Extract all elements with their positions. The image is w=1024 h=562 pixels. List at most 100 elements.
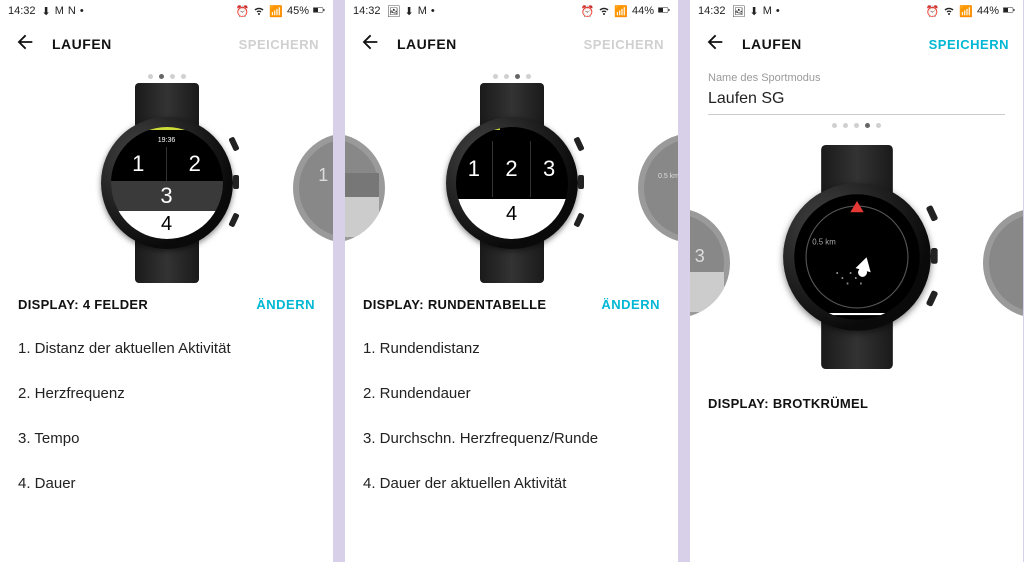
- status-time: 14:32: [8, 5, 36, 17]
- page-indicator: [0, 66, 333, 83]
- watch-peek-next[interactable]: 0.5 km: [638, 133, 678, 243]
- display-header: DISPLAY: 4 FELDER ÄNDERN: [0, 283, 333, 322]
- status-right-icons: ⏰ 📶 45%: [236, 4, 325, 19]
- app-header: LAUFEN SPEICHERN: [345, 22, 678, 66]
- watch-field-4: 4: [111, 211, 223, 239]
- display-header: DISPLAY: RUNDENTABELLE ÄNDERN: [345, 283, 678, 322]
- field-item[interactable]: 3. Durchschn. Herzfrequenz/Runde: [363, 416, 660, 461]
- status-left-icons: ⬇ M N •: [42, 5, 84, 18]
- watch-time: 19:36: [111, 137, 223, 144]
- peek-field: 4: [690, 272, 724, 312]
- field-item[interactable]: 3. Tempo: [18, 416, 315, 461]
- page-title: LAUFEN: [397, 36, 457, 52]
- status-time: 14:32: [698, 5, 726, 17]
- app-header: LAUFEN SPEICHERN: [0, 22, 333, 66]
- watch-field-2: 2: [167, 147, 223, 181]
- fields-list: 1. Distanz der aktuellen Aktivität 2. He…: [0, 322, 333, 510]
- page-indicator: [690, 115, 1023, 132]
- breadcrumb-trail-icon: ⋱⋱: [834, 268, 861, 287]
- save-button[interactable]: SPEICHERN: [239, 37, 319, 52]
- app-header: LAUFEN SPEICHERN: [690, 22, 1023, 66]
- watch-field-3: 3: [531, 141, 568, 197]
- change-button[interactable]: ÄNDERN: [256, 297, 315, 312]
- icon-generic: M: [418, 5, 427, 17]
- field-item[interactable]: 4. Dauer: [18, 461, 315, 506]
- watch-carousel[interactable]: 19:36 1 2 3 4 1 2: [0, 83, 333, 283]
- name-field-label: Name des Sportmodus: [708, 72, 1005, 84]
- watch-peek-prev[interactable]: 2 3 4: [690, 208, 730, 318]
- peek-field: 3: [345, 173, 379, 197]
- watch-carousel[interactable]: 2 3 4 0.5 km ⋱⋱ +: [690, 132, 1023, 382]
- watch-carousel[interactable]: 3 4 1 2 3 4 0.5 km: [345, 83, 678, 283]
- peek-field: 3: [690, 242, 724, 270]
- watch-preview: 1 2 3 4: [437, 83, 587, 283]
- page-title: LAUFEN: [742, 36, 802, 52]
- status-bar: 14:32 ⬇ M N • ⏰ 📶 45%: [0, 0, 333, 22]
- wifi-icon: [598, 4, 610, 19]
- field-item[interactable]: 1. Distanz der aktuellen Aktivität: [18, 326, 315, 371]
- change-button[interactable]: ÄNDERN: [601, 297, 660, 312]
- icon-generic: 🖼: [732, 5, 746, 18]
- watch-peek-next[interactable]: 1 2: [293, 133, 333, 243]
- save-button[interactable]: SPEICHERN: [584, 37, 664, 52]
- icon-more: •: [431, 5, 435, 17]
- alarm-icon: ⏰: [581, 5, 595, 18]
- watch-preview: 0.5 km ⋱⋱: [773, 145, 941, 369]
- sport-mode-name-block: Name des Sportmodus: [690, 66, 1023, 115]
- watch-peek-prev[interactable]: 3 4: [345, 133, 385, 243]
- peek-field: 1: [299, 161, 333, 189]
- back-button[interactable]: [359, 31, 381, 58]
- signal-icon: 📶: [614, 5, 628, 18]
- page-indicator: [345, 66, 678, 83]
- page-title: LAUFEN: [52, 36, 112, 52]
- back-button[interactable]: [704, 31, 726, 58]
- status-bar: 14:32 🖼 ⬇ M • ⏰ 📶 44%: [345, 0, 678, 22]
- peek-field: 4: [345, 197, 379, 237]
- signal-icon: 📶: [269, 5, 283, 18]
- watch-peek-add[interactable]: +: [983, 208, 1023, 318]
- icon-generic: 🖼: [387, 5, 401, 18]
- status-bar: 14:32 🖼 ⬇ M • ⏰ 📶 44%: [690, 0, 1023, 22]
- save-button[interactable]: SPEICHERN: [929, 37, 1009, 52]
- signal-icon: 📶: [959, 5, 973, 18]
- icon-generic: M: [763, 5, 772, 17]
- status-left-icons: 🖼 ⬇ M •: [387, 5, 435, 18]
- icon-generic: ⬇: [750, 5, 759, 18]
- display-header: DISPLAY: BROTKRÜMEL: [690, 382, 1023, 421]
- alarm-icon: ⏰: [926, 5, 940, 18]
- watch-preview: 19:36 1 2 3 4: [92, 83, 242, 283]
- battery-percent: 45%: [287, 5, 309, 17]
- peek-distance: 0.5 km: [658, 173, 678, 180]
- status-left-icons: 🖼 ⬇ M •: [732, 5, 780, 18]
- field-item[interactable]: 2. Rundendauer: [363, 371, 660, 416]
- status-right-icons: ⏰ 📶 44%: [926, 4, 1015, 19]
- field-item[interactable]: 1. Rundendistanz: [363, 326, 660, 371]
- field-item[interactable]: 2. Herzfrequenz: [18, 371, 315, 416]
- watch-field-1: 1: [111, 147, 168, 181]
- add-display-icon: +: [989, 214, 1023, 312]
- back-button[interactable]: [14, 31, 36, 58]
- field-item[interactable]: 4. Dauer der aktuellen Aktivität: [363, 461, 660, 506]
- icon-more: •: [80, 5, 84, 17]
- watch-field-1: 1: [456, 141, 494, 197]
- status-time: 14:32: [353, 5, 381, 17]
- watch-field-3: 3: [111, 181, 223, 211]
- wifi-icon: [943, 4, 955, 19]
- alarm-icon: ⏰: [236, 5, 250, 18]
- screen-2: 14:32 🖼 ⬇ M • ⏰ 📶 44% LAUFEN SPEICHERN 3…: [345, 0, 678, 562]
- screen-1: 14:32 ⬇ M N • ⏰ 📶 45% LAUFEN SPEICHERN: [0, 0, 333, 562]
- icon-generic: M: [55, 5, 64, 17]
- north-indicator-icon: [850, 201, 863, 212]
- battery-percent: 44%: [632, 5, 654, 17]
- icon-more: •: [776, 5, 780, 17]
- battery-icon: [313, 4, 325, 19]
- icon-generic: N: [68, 5, 76, 17]
- sport-mode-name-input[interactable]: [708, 86, 1005, 115]
- status-right-icons: ⏰ 📶 44%: [581, 4, 670, 19]
- distance-label: 0.5 km: [812, 239, 836, 247]
- watch-field-2: 2: [493, 141, 531, 197]
- icon-generic: ⬇: [42, 5, 51, 18]
- wifi-icon: [253, 4, 265, 19]
- fields-list: 1. Rundendistanz 2. Rundendauer 3. Durch…: [345, 322, 678, 510]
- screen-3: 14:32 🖼 ⬇ M • ⏰ 📶 44% LAUFEN SPEICHERN N…: [690, 0, 1023, 562]
